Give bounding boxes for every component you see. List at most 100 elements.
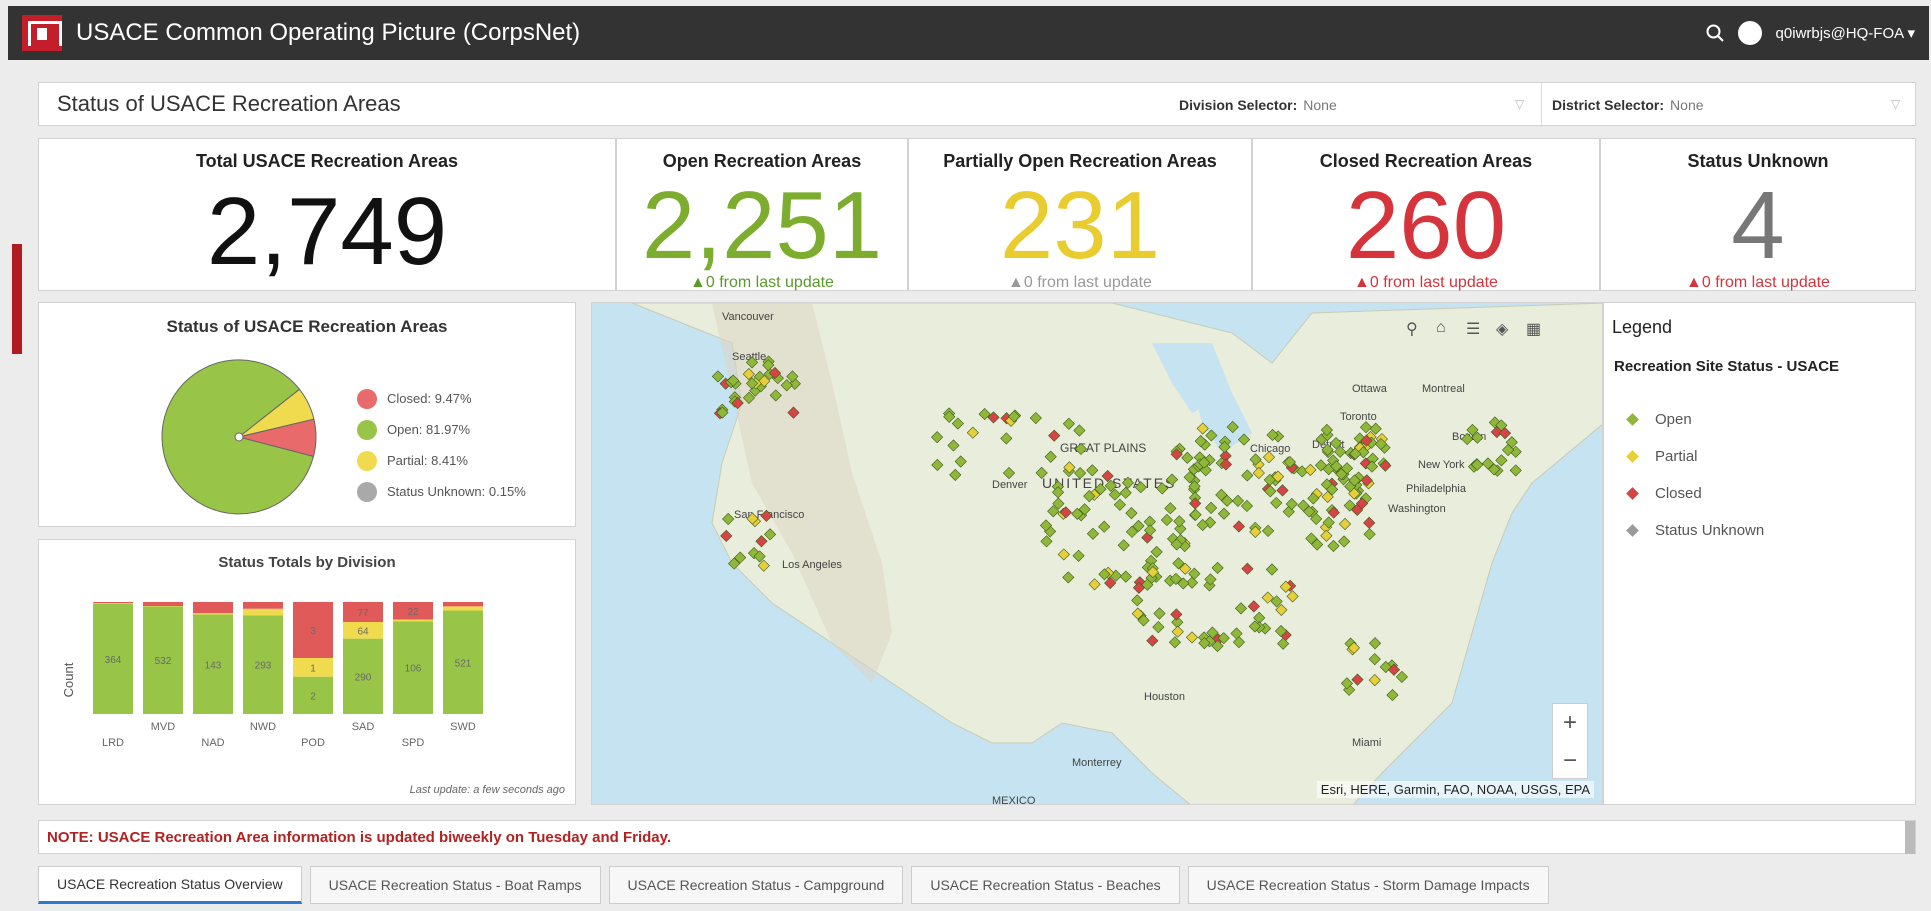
division-selector-value[interactable]: None <box>1303 97 1336 113</box>
site-marker[interactable] <box>760 509 773 522</box>
site-marker[interactable] <box>1395 670 1409 683</box>
site-marker[interactable] <box>1262 451 1276 464</box>
site-marker[interactable] <box>1368 674 1381 687</box>
site-marker[interactable] <box>1062 571 1075 584</box>
site-marker[interactable] <box>1173 515 1186 528</box>
site-marker[interactable] <box>954 455 967 468</box>
pie-legend-item[interactable]: Closed: 9.47% <box>357 383 526 414</box>
site-marker[interactable] <box>966 426 979 439</box>
bar-segment-closed[interactable] <box>93 602 133 604</box>
site-marker[interactable] <box>1160 513 1174 527</box>
bar-segment-closed[interactable] <box>193 602 233 614</box>
site-marker[interactable] <box>787 406 800 419</box>
basemap-icon[interactable]: ◈ <box>1496 319 1508 339</box>
site-marker[interactable] <box>1152 621 1165 634</box>
site-marker[interactable] <box>1029 411 1042 425</box>
search-icon[interactable] <box>1706 24 1724 42</box>
site-marker[interactable] <box>1074 467 1087 480</box>
site-marker[interactable] <box>1351 673 1364 686</box>
site-marker[interactable] <box>1165 473 1179 486</box>
home-icon[interactable]: ⌂ <box>1436 319 1446 337</box>
site-marker[interactable] <box>1119 570 1132 583</box>
district-selector[interactable]: District Selector: None <box>1541 83 1704 127</box>
tab-overview[interactable]: USACE Recreation Status Overview <box>38 866 302 904</box>
site-marker[interactable] <box>1262 524 1275 537</box>
site-marker[interactable] <box>1265 563 1279 576</box>
search-icon[interactable]: ⚲ <box>1406 319 1418 339</box>
tab-storm-damage[interactable]: USACE Recreation Status - Storm Damage I… <box>1187 866 1549 904</box>
site-marker[interactable] <box>1156 482 1169 495</box>
pie-legend-item[interactable]: Open: 81.97% <box>357 414 526 445</box>
site-marker[interactable] <box>1234 602 1248 615</box>
site-marker[interactable] <box>1337 535 1351 548</box>
site-marker[interactable] <box>1044 450 1057 463</box>
site-marker[interactable] <box>1171 625 1184 638</box>
site-marker[interactable] <box>1211 561 1224 575</box>
site-marker[interactable] <box>931 458 944 472</box>
bar-segment-closed[interactable] <box>443 602 483 607</box>
site-marker[interactable] <box>1495 454 1508 467</box>
site-marker[interactable] <box>1002 466 1016 480</box>
site-marker[interactable] <box>1304 463 1317 476</box>
site-marker[interactable] <box>1125 507 1138 520</box>
division-chevron-down-icon[interactable]: ▽ <box>1515 97 1524 111</box>
site-marker[interactable] <box>1461 432 1474 446</box>
tab-beaches[interactable]: USACE Recreation Status - Beaches <box>911 866 1180 904</box>
site-marker[interactable] <box>1098 520 1111 533</box>
site-marker[interactable] <box>931 431 944 444</box>
site-marker[interactable] <box>1252 466 1265 480</box>
zoom-in-button[interactable]: + <box>1553 704 1587 742</box>
map-panel[interactable]: Vancouver Seattle San Francisco Los Ange… <box>591 302 1603 805</box>
site-marker[interactable] <box>1000 432 1013 445</box>
site-marker[interactable] <box>1363 516 1376 529</box>
site-marker[interactable] <box>1205 429 1218 442</box>
site-marker[interactable] <box>1363 528 1376 541</box>
site-marker[interactable] <box>1226 420 1239 434</box>
site-marker[interactable] <box>1035 466 1048 479</box>
site-marker[interactable] <box>1170 608 1183 621</box>
site-marker[interactable] <box>951 417 964 430</box>
site-marker[interactable] <box>1164 502 1177 515</box>
site-marker[interactable] <box>1072 549 1085 562</box>
tab-campground[interactable]: USACE Recreation Status - Campground <box>608 866 904 904</box>
site-marker[interactable] <box>1232 636 1246 649</box>
user-avatar[interactable] <box>1737 21 1762 45</box>
pie-legend-item[interactable]: Status Unknown: 0.15% <box>357 476 526 507</box>
site-marker[interactable] <box>1117 539 1130 552</box>
site-marker[interactable] <box>1368 653 1381 666</box>
site-marker[interactable] <box>1101 469 1114 483</box>
site-marker[interactable] <box>769 389 782 402</box>
site-marker[interactable] <box>1386 688 1399 702</box>
site-marker[interactable] <box>1247 600 1260 613</box>
site-marker[interactable] <box>1048 429 1061 442</box>
bar-segment-closed[interactable] <box>143 602 183 607</box>
site-marker[interactable] <box>1185 631 1199 644</box>
site-marker[interactable] <box>1086 527 1100 540</box>
bar-segment-partial[interactable] <box>93 603 133 604</box>
site-marker[interactable] <box>1074 442 1088 456</box>
zoom-control[interactable]: + − <box>1552 703 1588 779</box>
site-marker[interactable] <box>1119 486 1132 499</box>
site-marker[interactable] <box>1359 421 1373 434</box>
site-marker[interactable] <box>720 529 733 543</box>
site-marker[interactable] <box>1217 507 1231 520</box>
site-marker[interactable] <box>1040 535 1053 548</box>
site-marker[interactable] <box>1320 529 1333 542</box>
site-marker[interactable] <box>1270 496 1283 509</box>
site-marker[interactable] <box>780 379 793 392</box>
site-marker[interactable] <box>1188 567 1201 580</box>
district-chevron-down-icon[interactable]: ▽ <box>1891 97 1900 111</box>
site-marker[interactable] <box>1327 539 1340 553</box>
bar-segment-closed[interactable] <box>243 602 283 609</box>
site-marker[interactable] <box>1338 517 1352 531</box>
site-marker[interactable] <box>1230 627 1243 640</box>
bar-segment-partial[interactable] <box>243 608 283 616</box>
site-marker[interactable] <box>1131 594 1144 607</box>
tab-boat-ramps[interactable]: USACE Recreation Status - Boat Ramps <box>309 866 601 904</box>
site-markers[interactable] <box>592 303 1603 805</box>
site-marker[interactable] <box>1088 578 1101 591</box>
site-marker[interactable] <box>947 439 960 452</box>
scrollbar[interactable] <box>1905 821 1915 854</box>
site-marker[interactable] <box>711 370 725 383</box>
pie-legend-item[interactable]: Partial: 8.41% <box>357 445 526 476</box>
